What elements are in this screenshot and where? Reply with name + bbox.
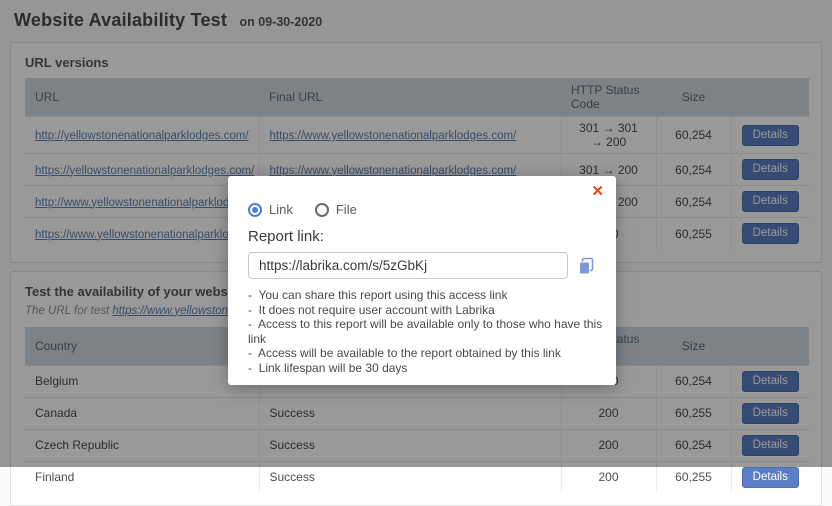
share-note: You can share this report using this acc… <box>248 288 616 303</box>
share-note: Link lifespan will be 30 days <box>248 361 616 376</box>
share-notes-list: You can share this report using this acc… <box>248 288 616 376</box>
details-button[interactable]: Details <box>742 467 799 488</box>
share-type-radio-group: Link File <box>248 202 357 217</box>
share-report-modal: ✕ Link File Report link: You can share t… <box>228 176 616 385</box>
radio-file-option[interactable]: File <box>315 202 357 217</box>
share-note: It does not require user account with La… <box>248 303 616 318</box>
close-icon[interactable]: ✕ <box>589 180 606 204</box>
report-link-row <box>248 252 600 279</box>
radio-selected-icon[interactable] <box>248 203 262 217</box>
radio-link-option[interactable]: Link <box>248 202 293 217</box>
share-note: Access to this report will be available … <box>248 317 616 346</box>
radio-file-label: File <box>336 202 357 217</box>
radio-link-label: Link <box>269 202 293 217</box>
share-note: Access will be available to the report o… <box>248 346 616 361</box>
report-link-label: Report link: <box>248 228 324 245</box>
copy-icon[interactable] <box>578 257 595 275</box>
report-link-input[interactable] <box>248 252 568 279</box>
radio-unselected-icon[interactable] <box>315 203 329 217</box>
